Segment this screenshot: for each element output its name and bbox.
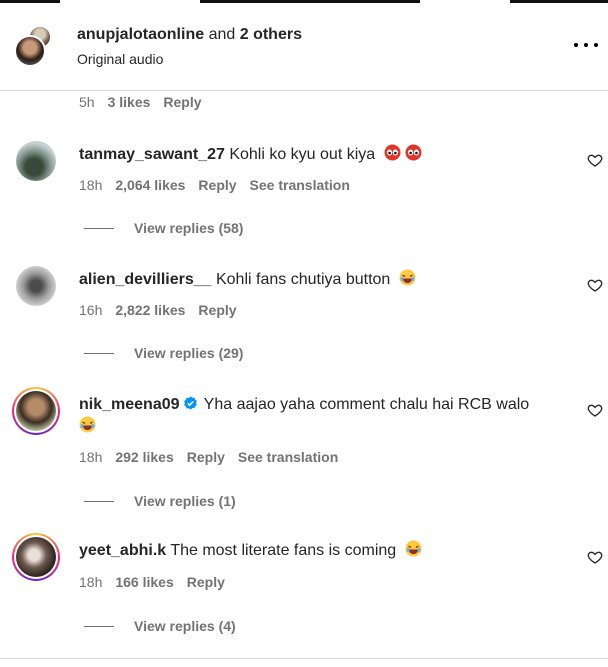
see-translation-button[interactable]: See translation [250,177,350,193]
comment-text: The most literate fans is coming [170,542,397,559]
comment-time: 18h [79,574,103,590]
see-translation-button[interactable]: See translation [238,449,338,465]
comment-username[interactable]: nik_meena09 [79,396,180,413]
view-replies-button[interactable]: View replies (58) [84,220,243,236]
comment-meta: 18h 2,064 likes Reply See translation [79,177,350,193]
header-joiner: and [208,26,236,43]
comment-body: tanmay_sawant_27 Kohli ko kyu out kiya [79,144,579,166]
likes-count[interactable]: 3 likes [108,94,151,110]
heart-icon[interactable] [587,549,603,565]
laughing-emoji-icon [79,416,96,433]
view-replies-label: View replies (4) [134,618,236,634]
laughing-emoji-icon [399,269,416,286]
reply-button[interactable]: Reply [198,177,236,193]
audio-link[interactable]: Original audio [77,51,163,67]
post-header: anupjalotaonline and 2 others Original a… [0,3,608,91]
laughing-emoji-icon [405,540,422,557]
comment-time: 18h [79,449,103,465]
comment-meta: 18h 166 likes Reply [79,574,225,590]
avatar [14,35,46,67]
divider [84,352,114,354]
likes-count[interactable]: 166 likes [115,574,173,590]
heart-icon[interactable] [587,277,603,293]
header-username-link[interactable]: anupjalotaonline [77,26,204,43]
reply-button[interactable]: Reply [187,449,225,465]
reply-button[interactable]: Reply [163,94,201,110]
eyes-emoji-icon [384,144,401,161]
comment-username[interactable]: tanmay_sawant_27 [79,146,225,163]
comment-username[interactable]: yeet_abhi.k [79,542,166,559]
comment-body: nik_meena09 Yha aajao yaha comment chalu… [79,394,569,438]
header-title: anupjalotaonline and 2 others [77,26,302,44]
divider [0,658,608,659]
header-avatars[interactable] [14,23,58,69]
prev-comment-meta: 5h 3 likes Reply [79,94,202,110]
reply-button[interactable]: Reply [198,302,236,318]
comment-time: 18h [79,177,103,193]
comment-text: Yha aajao yaha comment chalu hai RCB wal… [203,396,530,413]
avatar [16,391,56,431]
view-replies-label: View replies (1) [134,493,236,509]
heart-icon[interactable] [587,152,603,168]
verified-badge-icon [183,396,197,410]
view-replies-button[interactable]: View replies (4) [84,618,236,634]
more-horizontal-icon[interactable] [574,33,598,57]
view-replies-label: View replies (58) [134,220,244,236]
comment-body: yeet_abhi.k The most literate fans is co… [79,540,579,562]
divider [84,227,114,229]
comment-time: 5h [79,94,95,110]
comment-text: Kohli ko kyu out kiya [229,146,376,163]
story-ring[interactable] [12,387,60,435]
divider [84,500,114,502]
heart-icon[interactable] [587,402,603,418]
comment-username[interactable]: alien_devilliers__ [79,271,212,288]
comment-meta: 16h 2,822 likes Reply [79,302,237,318]
comment-text: Kohli fans chutiya button [215,271,391,288]
eyes-emoji-icon [405,144,422,161]
likes-count[interactable]: 2,064 likes [115,177,185,193]
view-replies-button[interactable]: View replies (29) [84,345,243,361]
likes-count[interactable]: 2,822 likes [115,302,185,318]
comment-meta: 18h 292 likes Reply See translation [79,449,338,465]
story-ring[interactable] [12,533,60,581]
comment-body: alien_devilliers__ Kohli fans chutiya bu… [79,269,579,291]
view-replies-label: View replies (29) [134,345,244,361]
avatar [16,537,56,577]
reply-button[interactable]: Reply [187,574,225,590]
avatar[interactable] [16,141,56,181]
comment-time: 16h [79,302,103,318]
likes-count[interactable]: 292 likes [115,449,173,465]
avatar[interactable] [16,266,56,306]
divider [84,625,114,627]
header-others-link[interactable]: 2 others [240,26,302,43]
view-replies-button[interactable]: View replies (1) [84,493,236,509]
